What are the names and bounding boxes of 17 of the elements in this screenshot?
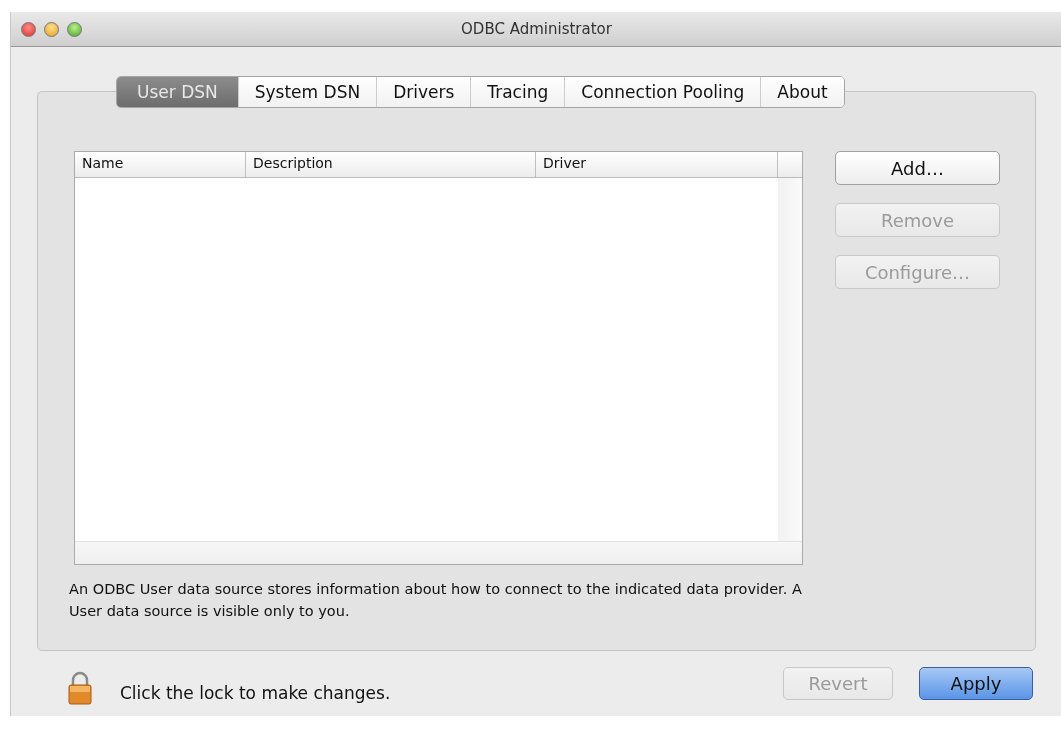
tab[interactable]: About (760, 77, 844, 107)
zoom-button[interactable] (67, 21, 82, 37)
window-title: ODBC Administrator (461, 20, 612, 38)
tab[interactable]: System DSN (237, 77, 377, 107)
column-header[interactable]: Name (75, 152, 246, 177)
column-header[interactable]: Driver (536, 152, 778, 177)
minimize-button[interactable] (44, 21, 59, 37)
side-button[interactable]: Add… (835, 151, 1000, 185)
column-header[interactable]: Description (246, 152, 536, 177)
padlock-icon[interactable] (68, 671, 92, 705)
action-button[interactable]: Apply (919, 667, 1033, 700)
lock-label: Click the lock to make changes. (120, 683, 391, 703)
description-text: An ODBC User data source stores information about how to connect to the indicated data provider. A User data source is visible only to you. (69, 580, 803, 621)
close-button[interactable] (21, 21, 36, 37)
tab[interactable]: Tracing (470, 77, 565, 107)
tab[interactable]: Connection Pooling (564, 77, 761, 107)
tab[interactable]: Drivers (376, 77, 471, 107)
